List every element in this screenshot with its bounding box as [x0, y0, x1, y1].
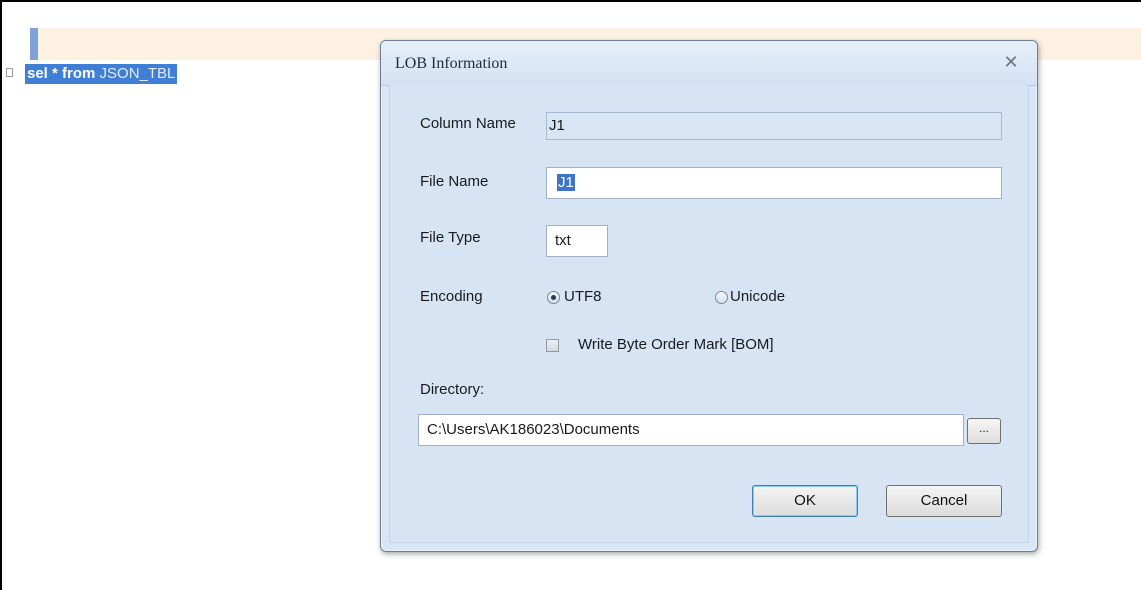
cancel-button[interactable]: Cancel — [886, 485, 1002, 517]
file-type-value: txt — [555, 232, 571, 249]
column-name-label: Column Name — [420, 115, 516, 132]
selection-caret — [30, 28, 38, 60]
lob-information-dialog: LOB Information ✕ Column Name J1 File Na… — [380, 40, 1038, 552]
dialog-body: Column Name J1 File Name J1 File Type tx… — [389, 85, 1029, 543]
file-name-label: File Name — [420, 173, 489, 190]
radio-unicode[interactable] — [715, 291, 728, 304]
file-name-input[interactable]: J1 — [546, 167, 1002, 199]
file-type-input[interactable]: txt — [546, 225, 608, 257]
radio-unicode-label[interactable]: Unicode — [730, 288, 785, 305]
bom-checkbox[interactable] — [546, 339, 559, 352]
ok-button[interactable]: OK — [752, 485, 858, 517]
radio-utf8-label[interactable]: UTF8 — [564, 288, 602, 305]
close-icon[interactable]: ✕ — [999, 51, 1023, 73]
radio-utf8[interactable] — [547, 291, 560, 304]
file-type-label: File Type — [420, 229, 481, 246]
directory-value: C:\Users\AK186023\Documents — [427, 421, 640, 438]
file-name-value: J1 — [557, 174, 575, 191]
sql-keyword: sel * from — [27, 65, 96, 82]
sql-statement[interactable]: sel * from JSON_TBL — [25, 64, 178, 84]
collapse-icon[interactable] — [6, 68, 13, 77]
column-name-field: J1 — [546, 112, 1002, 140]
dialog-titlebar[interactable]: LOB Information ✕ — [381, 41, 1037, 86]
directory-label: Directory: — [420, 381, 485, 398]
encoding-label: Encoding — [420, 288, 483, 305]
sql-table-name: JSON_TBL — [99, 65, 176, 82]
radio-selected-dot — [551, 295, 556, 300]
browse-button[interactable]: ... — [967, 418, 1001, 444]
bom-label[interactable]: Write Byte Order Mark [BOM] — [578, 336, 774, 353]
dialog-title: LOB Information — [395, 55, 508, 72]
directory-input[interactable]: C:\Users\AK186023\Documents — [418, 414, 964, 446]
column-name-value: J1 — [549, 117, 565, 134]
